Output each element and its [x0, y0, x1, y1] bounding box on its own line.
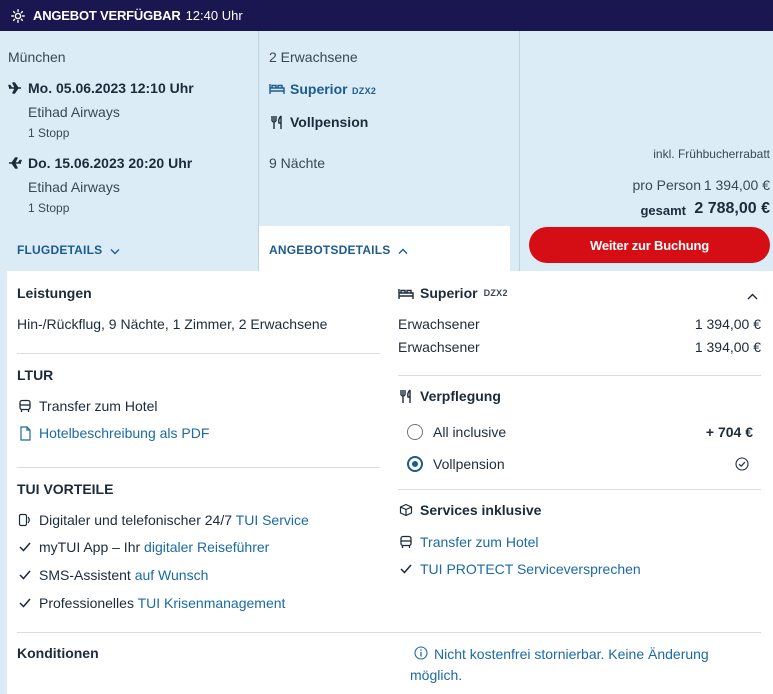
- continue-booking-button[interactable]: Weiter zur Buchung: [529, 227, 770, 263]
- collapse-room-button[interactable]: [747, 287, 758, 303]
- tui-benefits-heading: TUI VORTEILE: [17, 481, 114, 497]
- divider: [17, 632, 761, 633]
- total-label: gesamt: [640, 203, 686, 218]
- check-circle-icon: [735, 457, 749, 474]
- tui-benefit-item: SMS-Assistent auf Wunsch: [17, 567, 208, 583]
- per-person-price: 1 394,00 €: [703, 177, 770, 193]
- tui-benefit-link[interactable]: auf Wunsch: [135, 567, 209, 583]
- board-type: Vollpension: [290, 114, 369, 130]
- services-included-label: Services inklusive: [420, 502, 542, 518]
- service-item: Transfer zum Hotel: [398, 534, 539, 550]
- check-icon: [17, 567, 33, 583]
- ltur-heading: LTUR: [17, 367, 54, 383]
- service-item: TUI PROTECT Serviceversprechen: [398, 561, 641, 577]
- room-box-name: Superior: [420, 285, 478, 301]
- room-code: DZX2: [352, 86, 377, 96]
- cutlery-icon: [270, 115, 284, 133]
- room-box-code: DZX2: [483, 288, 508, 298]
- board-option-label: All inclusive: [433, 424, 507, 440]
- board-option-all-inclusive[interactable]: All inclusive: [407, 424, 506, 440]
- return-stops: 1 Stopp: [28, 201, 70, 215]
- hotel-pdf-link[interactable]: Hotelbeschreibung als PDF: [17, 425, 209, 441]
- package-icon: [398, 502, 414, 518]
- chevron-up-icon: [747, 293, 758, 300]
- document-icon: [17, 425, 33, 441]
- board-option-full-board[interactable]: Vollpension: [407, 456, 505, 472]
- tui-benefit-item: myTUI App – Ihr digitaler Reiseführer: [17, 539, 269, 555]
- bus-icon: [17, 398, 33, 414]
- return-date: Do. 15.06.2023 20:20 Uhr: [28, 155, 193, 171]
- divider: [398, 375, 761, 376]
- cutlery-icon: [398, 388, 414, 404]
- tui-benefit-text: myTUI App – Ihr: [39, 539, 145, 555]
- service-item-link[interactable]: TUI PROTECT Serviceversprechen: [420, 561, 641, 577]
- check-icon: [17, 539, 33, 555]
- total-price: 2 788,00 €: [694, 200, 770, 217]
- bed-icon: [398, 285, 414, 301]
- tui-benefit-text: SMS-Assistent: [39, 567, 135, 583]
- tui-benefit-link[interactable]: TUI Service: [236, 512, 309, 528]
- hotel-pdf-label: Hotelbeschreibung als PDF: [39, 425, 210, 441]
- board-option-label: Vollpension: [433, 456, 505, 472]
- tui-benefit-text: Digitaler und telefonischer 24/7: [39, 512, 236, 528]
- sun-icon: [11, 8, 25, 23]
- offer-status-time: 12:40 Uhr: [185, 8, 243, 23]
- divider: [398, 489, 761, 490]
- services-included-heading: Services inklusive: [398, 502, 541, 518]
- discount-note: inkl. Frühbucherrabatt: [653, 147, 770, 161]
- radio-button[interactable]: [407, 424, 423, 440]
- flight-details-link[interactable]: FLUGDETAILS: [17, 241, 120, 258]
- return-plane-icon: [8, 156, 22, 173]
- per-person-label: pro Person: [632, 177, 701, 193]
- check-icon: [17, 595, 33, 611]
- room-price-value: 1 394,00 €: [694, 339, 761, 355]
- tui-benefit-link[interactable]: digitaler Reiseführer: [144, 539, 269, 555]
- divider: [17, 467, 380, 468]
- radio-button-selected[interactable]: [407, 456, 423, 472]
- ltur-transfer: Transfer zum Hotel: [17, 398, 158, 414]
- room-price-label: Erwachsener: [398, 339, 480, 355]
- tui-benefit-text: Professionelles: [39, 595, 138, 611]
- return-airline: Etihad Airways: [28, 179, 120, 195]
- room-box-title: Superior DZX2: [398, 285, 508, 301]
- room-price-value: 1 394,00 €: [694, 316, 761, 332]
- bed-icon: [269, 82, 285, 98]
- tui-benefit-item: Professionelles TUI Krisenmanagement: [17, 595, 285, 611]
- outbound-airline: Etihad Airways: [28, 104, 120, 120]
- divider: [17, 353, 380, 354]
- nights-count: 9 Nächte: [269, 155, 326, 171]
- tab-offer-details[interactable]: ANGEBOTSDETAILS: [259, 226, 510, 272]
- service-item-link[interactable]: Transfer zum Hotel: [420, 534, 539, 550]
- offer-details-panel: Leistungen Hin-/Rückflug, 9 Nächte, 1 Zi…: [7, 271, 773, 694]
- ltur-transfer-label: Transfer zum Hotel: [39, 398, 158, 414]
- tui-benefit-item: Digitaler und telefonischer 24/7 TUI Ser…: [17, 512, 309, 528]
- tui-benefit-link[interactable]: TUI Krisenmanagement: [138, 595, 286, 611]
- flight-details-label: FLUGDETAILS: [17, 243, 103, 257]
- outbound-stops: 1 Stopp: [28, 126, 70, 140]
- outbound-date: Mo. 05.06.2023 12:10 Uhr: [28, 80, 194, 96]
- board-heading-label: Verpflegung: [420, 388, 501, 404]
- conditions-note: Nicht kostenfrei stornierbar. Keine Ände…: [410, 646, 709, 683]
- offer-status-title: ANGEBOT VERFÜGBAR: [33, 8, 181, 23]
- room-type: Superior: [290, 81, 348, 97]
- board-heading: Verpflegung: [398, 388, 501, 404]
- conditions-heading: Konditionen: [17, 645, 99, 661]
- bus-icon: [398, 534, 414, 550]
- board-option-price: + 704 €: [705, 424, 753, 440]
- check-icon: [398, 561, 414, 577]
- chevron-down-icon: [110, 242, 120, 258]
- chevron-up-icon: [398, 242, 408, 258]
- traveller-count: 2 Erwachsene: [269, 49, 358, 65]
- offer-status-bar: ANGEBOT VERFÜGBAR 12:40 Uhr: [0, 0, 773, 31]
- flight-summary: München Mo. 05.06.2023 12:10 Uhr Etihad …: [0, 31, 258, 271]
- services-text: Hin-/Rückflug, 9 Nächte, 1 Zimmer, 2 Erw…: [17, 316, 328, 332]
- offer-details-label: ANGEBOTSDETAILS: [269, 243, 391, 257]
- outbound-plane-icon: [8, 81, 22, 98]
- services-heading: Leistungen: [17, 285, 92, 301]
- room-price-label: Erwachsener: [398, 316, 480, 332]
- phone-icon: [17, 512, 33, 528]
- origin-airport: München: [8, 49, 66, 65]
